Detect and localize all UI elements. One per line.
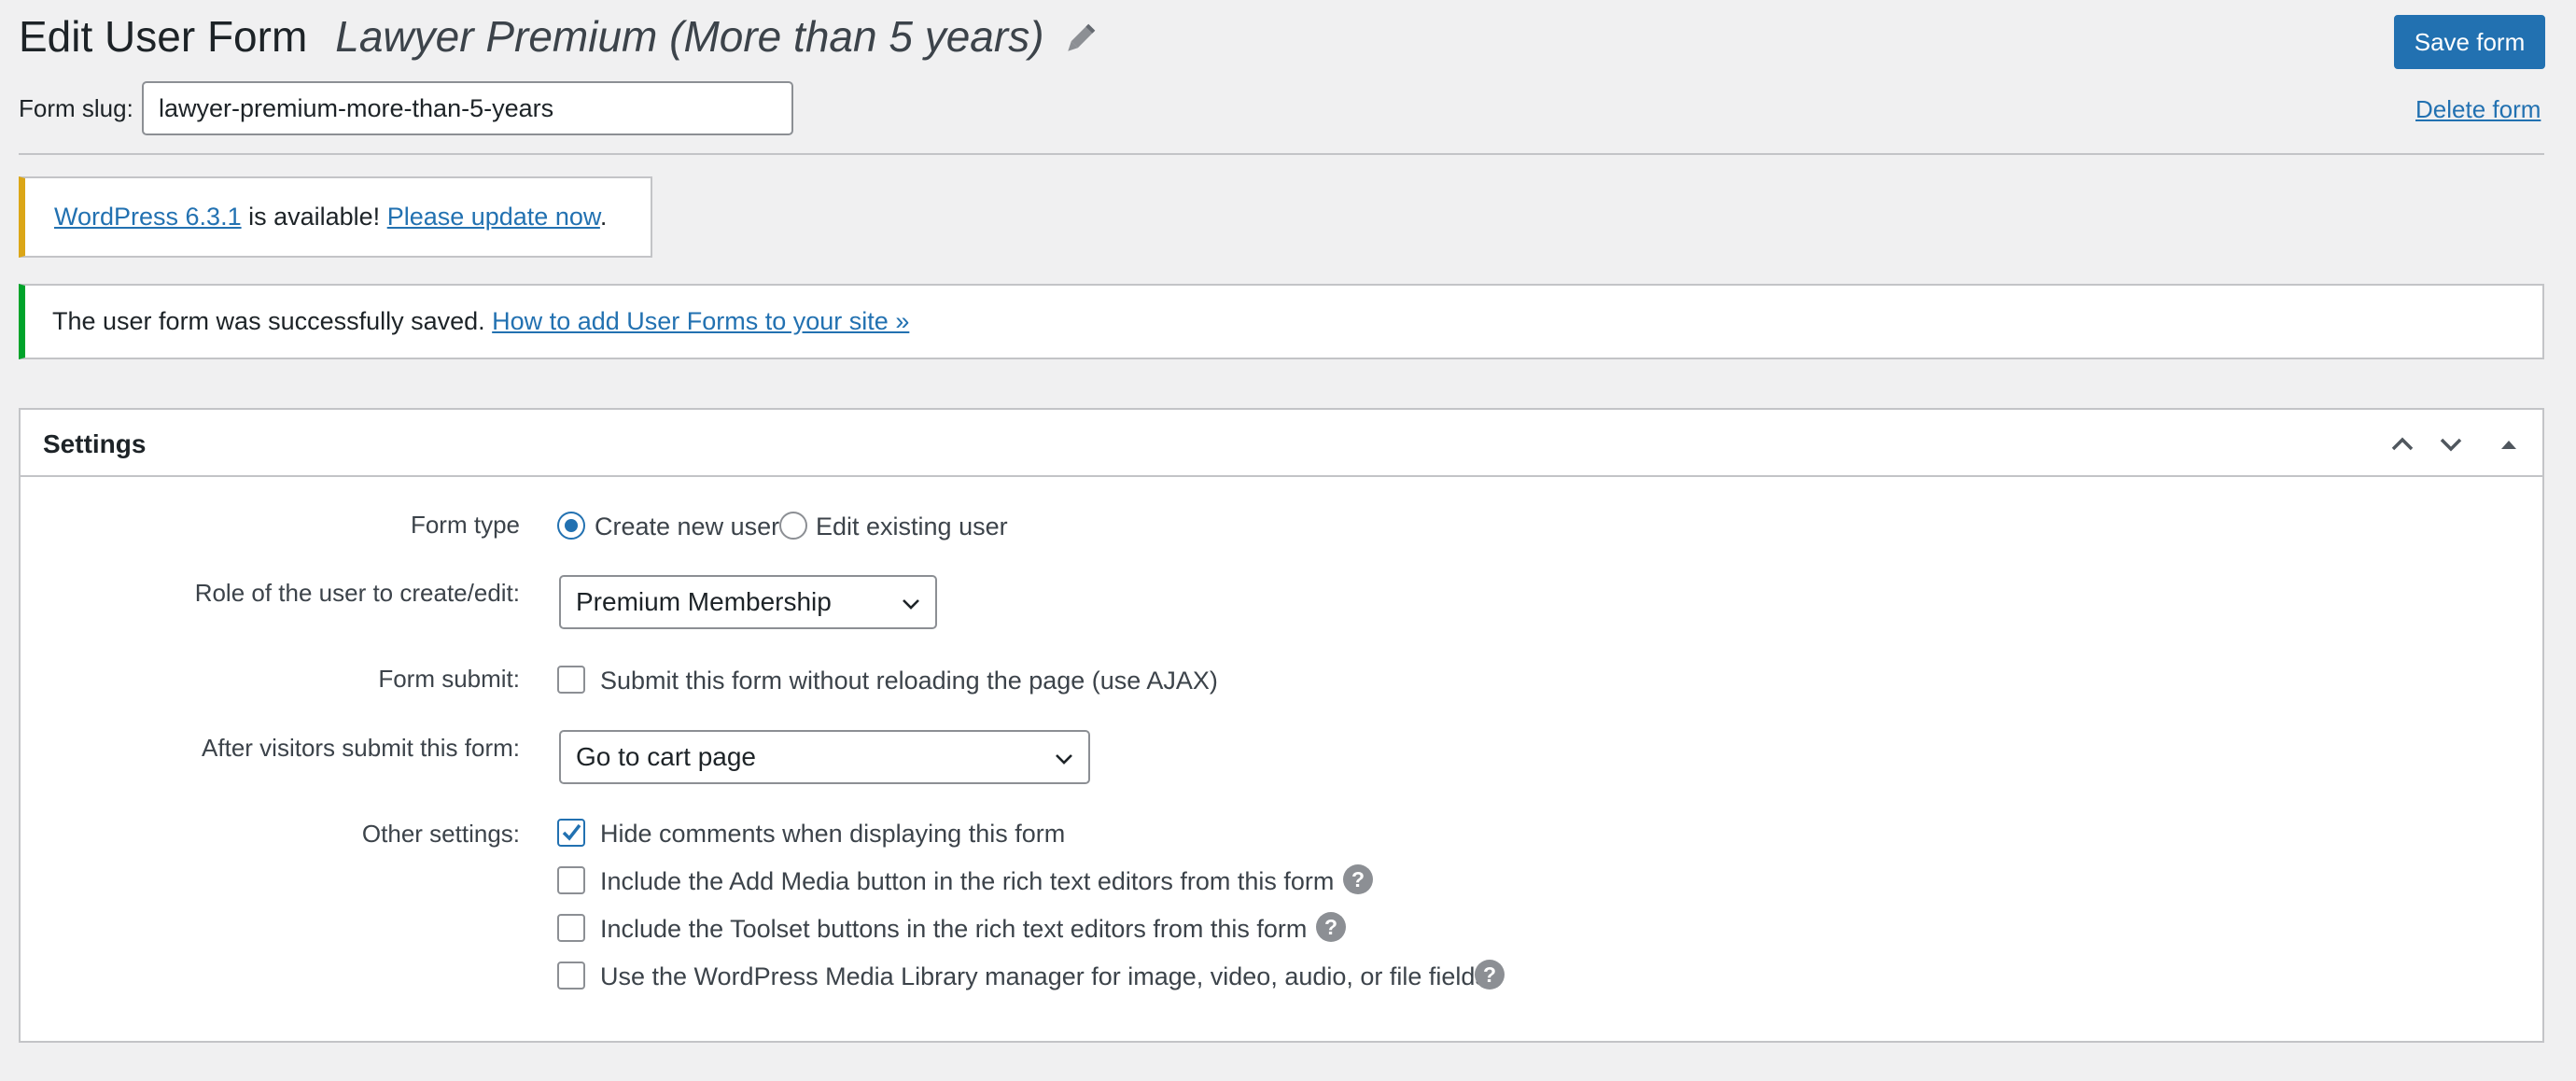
page-title-row: Edit User Form Lawyer Premium (More than… [19,11,1099,62]
save-form-button[interactable]: Save form [2394,15,2545,69]
form-name: Lawyer Premium (More than 5 years) [335,12,1044,61]
toolset-buttons-checkbox[interactable] [557,914,585,942]
chevron-down-icon[interactable] [2432,426,2470,463]
form-type-label: Form type [410,511,520,539]
help-icon[interactable]: ? [1343,864,1373,894]
add-media-checkbox[interactable] [557,866,585,894]
page-title: Edit User Form [19,12,308,61]
create-new-user-radio[interactable] [557,512,585,540]
wordpress-version-link[interactable]: WordPress 6.3.1 [54,203,242,231]
header-divider [19,153,2544,155]
help-icon[interactable]: ? [1475,960,1505,990]
delete-form-link[interactable]: Delete form [2415,94,2541,124]
hide-comments-label[interactable]: Hide comments when displaying this form [600,819,1065,849]
success-notice-text: The user form was successfully saved. [52,307,493,335]
toolset-buttons-label[interactable]: Include the Toolset buttons in the rich … [600,914,1307,944]
ajax-submit-label[interactable]: Submit this form without reloading the p… [600,666,1218,695]
chevron-down-icon [903,599,919,610]
media-library-label[interactable]: Use the WordPress Media Library manager … [600,962,1488,991]
role-select[interactable]: Premium Membership [559,575,937,629]
chevron-down-icon [1056,754,1072,765]
help-icon[interactable]: ? [1316,912,1346,942]
add-media-label[interactable]: Include the Add Media button in the rich… [600,866,1334,896]
update-notice-end: . [599,203,608,231]
create-new-user-label[interactable]: Create new user [595,512,779,541]
chevron-up-icon[interactable] [2384,426,2421,463]
toggle-panel-icon[interactable] [2490,426,2527,463]
role-label: Role of the user to create/edit: [194,579,520,607]
success-notice: The user form was successfully saved. Ho… [19,284,2544,359]
how-to-add-user-forms-link[interactable]: How to add User Forms to your site » [492,307,909,335]
form-slug-label: Form slug: [19,94,133,122]
pencil-icon[interactable] [1061,18,1099,55]
media-library-checkbox[interactable] [557,962,585,990]
hide-comments-checkbox[interactable] [557,819,585,847]
settings-panel-header [21,410,2542,477]
after-submit-select[interactable]: Go to cart page [559,730,1090,784]
form-slug-input[interactable] [142,81,793,135]
edit-existing-user-radio[interactable] [779,512,807,540]
update-notice: WordPress 6.3.1 is available! Please upd… [19,176,652,258]
settings-panel [19,408,2544,1043]
other-settings-label: Other settings: [361,820,520,848]
form-submit-label: Form submit: [378,665,520,693]
after-submit-label: After visitors submit this form: [202,734,520,762]
ajax-submit-checkbox[interactable] [557,666,585,694]
update-now-link[interactable]: Please update now [387,203,600,231]
after-submit-select-value: Go to cart page [576,742,757,771]
update-notice-text: is available! [241,203,387,231]
check-icon [562,823,581,841]
edit-existing-user-label[interactable]: Edit existing user [816,512,1008,541]
settings-panel-title: Settings [43,429,147,458]
role-select-value: Premium Membership [576,587,832,616]
